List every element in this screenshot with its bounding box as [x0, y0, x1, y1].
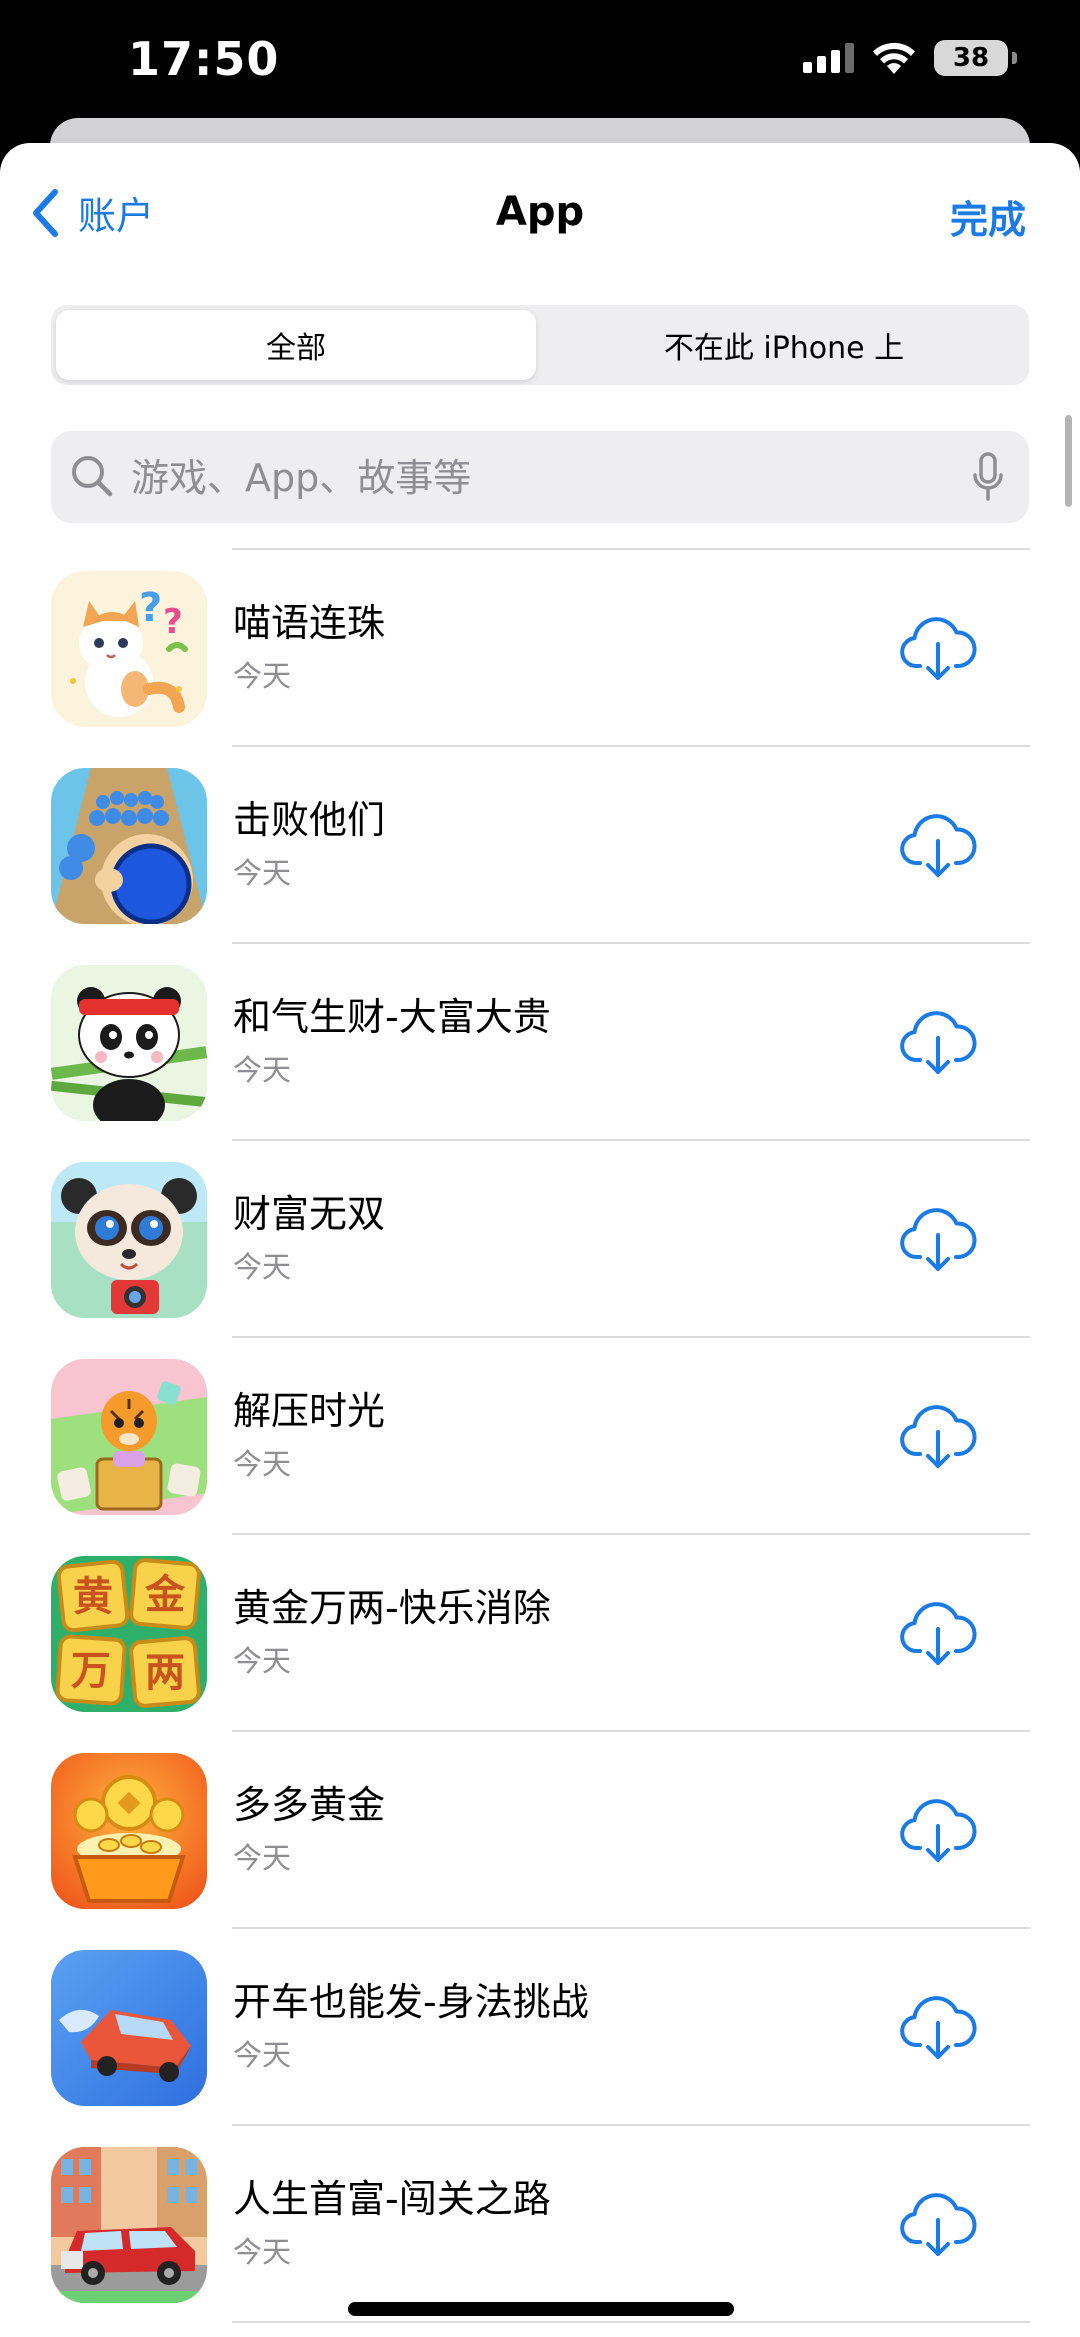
svg-text:?: ? — [163, 602, 183, 642]
tile-char: 两 — [145, 1650, 185, 1696]
app-name: 人生首富-闯关之路 — [233, 2177, 551, 2221]
app-name: 多多黄金 — [233, 1783, 386, 1827]
list-item[interactable]: 财富无双 今天 — [0, 1141, 1080, 1338]
status-time: 17:50 — [128, 32, 280, 86]
app-date: 今天 — [233, 1053, 292, 1087]
cloud-download-icon[interactable] — [898, 608, 978, 688]
battery-icon: 38 — [934, 40, 1017, 76]
wifi-icon — [873, 42, 915, 74]
cellular-signal-icon — [803, 43, 854, 73]
segment-not-on-device[interactable]: 不在此 iPhone 上 — [543, 310, 1025, 380]
crowd-icon — [51, 768, 207, 924]
cloud-download-icon[interactable] — [898, 805, 978, 885]
panda-headband-icon — [51, 965, 207, 1121]
cloud-download-icon[interactable] — [898, 1593, 978, 1673]
panda-camera-icon — [51, 1162, 207, 1318]
app-date: 今天 — [233, 1841, 292, 1875]
cloud-download-icon[interactable] — [898, 1790, 978, 1870]
app-date: 今天 — [233, 659, 292, 693]
app-name: 开车也能发-身法挑战 — [233, 1980, 589, 2024]
cloud-download-icon[interactable] — [898, 2184, 978, 2264]
gold-tiles-icon: 黄 金 万 两 — [51, 1556, 207, 1712]
done-button[interactable]: 完成 — [950, 189, 1026, 244]
list-item[interactable]: 解压时光 今天 — [0, 1338, 1080, 1535]
apps-sheet: 账户 App 完成 全部 不在此 iPhone 上 游戏、App、故事等 ? ?… — [0, 143, 1080, 2337]
search-icon — [69, 453, 115, 503]
segmented-control: 全部 不在此 iPhone 上 — [51, 305, 1029, 385]
app-name: 和气生财-大富大贵 — [233, 995, 551, 1039]
page-title: App — [495, 189, 585, 235]
app-name: 解压时光 — [233, 1389, 386, 1433]
battery-level: 38 — [952, 43, 990, 73]
app-name: 黄金万两-快乐消除 — [233, 1586, 551, 1630]
cloud-download-icon[interactable] — [898, 1396, 978, 1476]
cloud-download-icon[interactable] — [898, 1199, 978, 1279]
scroll-indicator[interactable] — [1065, 415, 1072, 507]
list-item[interactable]: 击败他们 今天 — [0, 747, 1080, 944]
app-name: 财富无双 — [233, 1192, 386, 1236]
app-date: 今天 — [233, 2235, 292, 2269]
list-item[interactable]: 黄 金 万 两 黄金万两-快乐消除 今天 — [0, 1535, 1080, 1732]
list-item[interactable]: 人生首富-闯关之路 今天 — [0, 2126, 1080, 2323]
search-input[interactable] — [129, 445, 933, 511]
app-date: 今天 — [233, 1447, 292, 1481]
app-name: 喵语连珠 — [233, 601, 386, 645]
luxury-car-icon — [51, 2147, 207, 2303]
svg-text:?: ? — [139, 585, 162, 631]
tile-char: 黄 — [73, 1574, 113, 1620]
divider — [232, 2321, 1030, 2323]
app-date: 今天 — [233, 856, 292, 890]
search-bar — [51, 431, 1029, 523]
gold-coins-icon — [51, 1753, 207, 1909]
tile-char: 万 — [71, 1648, 111, 1694]
app-name: 击败他们 — [233, 798, 386, 842]
tile-char: 金 — [144, 1572, 186, 1618]
cat-icon: ? ? — [51, 571, 207, 727]
list-item[interactable]: 和气生财-大富大贵 今天 — [0, 944, 1080, 1141]
home-indicator[interactable] — [348, 2302, 734, 2316]
microphone-icon[interactable] — [971, 451, 1005, 507]
app-date: 今天 — [233, 1250, 292, 1284]
list-item[interactable]: 多多黄金 今天 — [0, 1732, 1080, 1929]
app-date: 今天 — [233, 1644, 292, 1678]
cloud-download-icon[interactable] — [898, 1002, 978, 1082]
status-icons: 38 — [803, 40, 1017, 76]
segment-all[interactable]: 全部 — [56, 310, 536, 380]
app-date: 今天 — [233, 2038, 292, 2072]
navigation-bar: 账户 App 完成 — [0, 143, 1080, 283]
list-item[interactable]: ? ? 喵语连珠 今天 — [0, 550, 1080, 747]
status-bar: 17:50 38 — [0, 0, 1080, 120]
car-icon — [51, 1950, 207, 2106]
list-item[interactable]: 开车也能发-身法挑战 今天 — [0, 1929, 1080, 2126]
cloud-download-icon[interactable] — [898, 1987, 978, 2067]
tiger-icon — [51, 1359, 207, 1515]
